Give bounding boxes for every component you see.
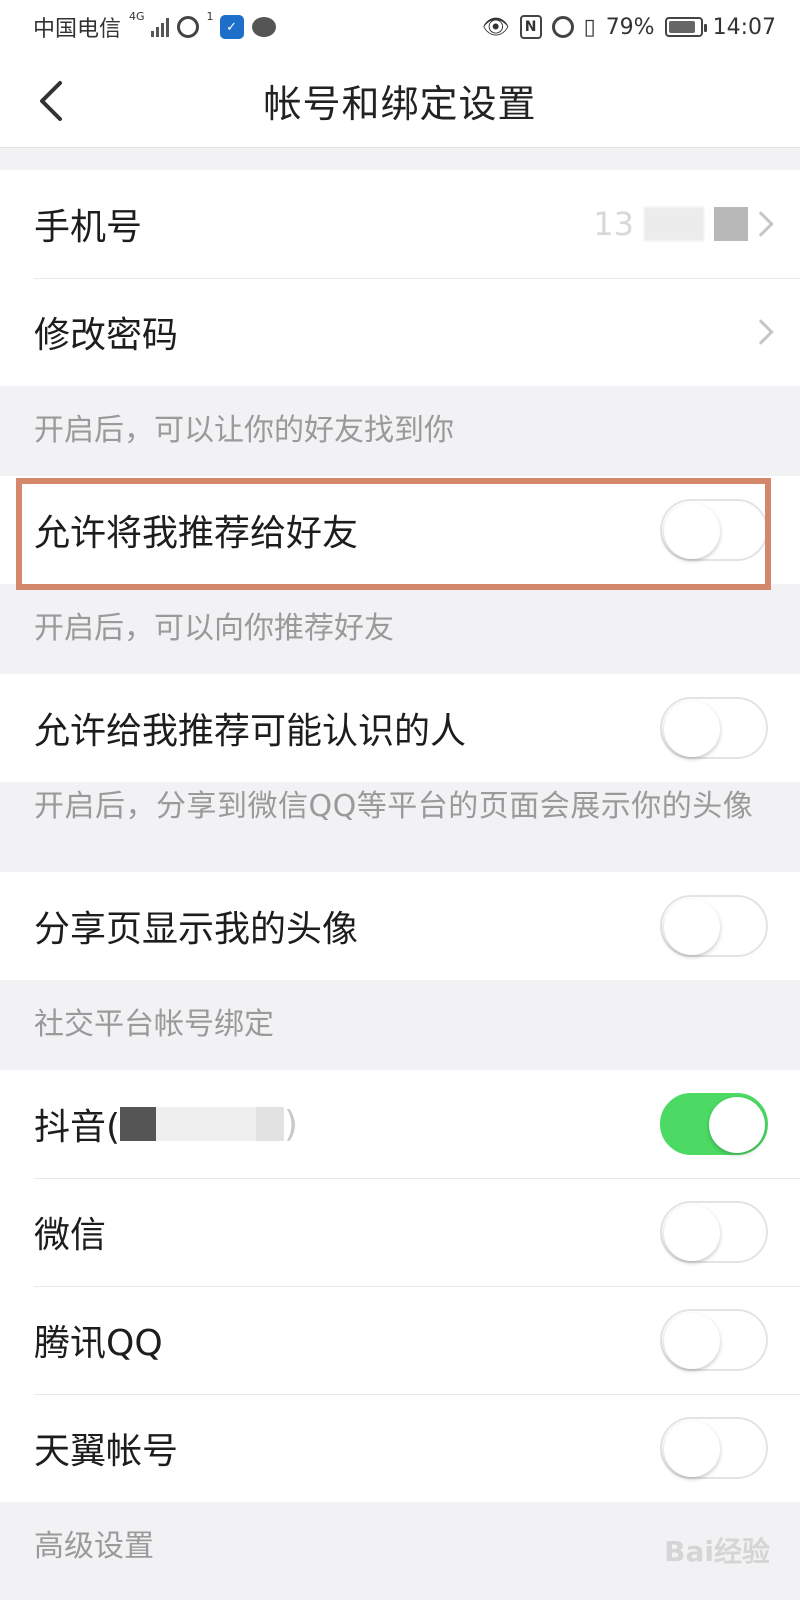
vibrate-icon: ▯: [583, 14, 596, 40]
douyin-masked-dark: [120, 1107, 157, 1141]
shield-icon: ✓: [219, 15, 244, 39]
douyin-label: 抖音( ): [34, 1098, 298, 1150]
phone-masked-dark: [714, 207, 748, 241]
battery-percent: 79%: [605, 14, 655, 40]
toggle-knob: [664, 503, 720, 559]
recommend-people-group: 允许给我推荐可能认识的人: [0, 674, 800, 782]
douyin-masked-end: [256, 1107, 285, 1141]
chevron-left-icon: [40, 81, 62, 121]
nfc-icon: N: [519, 15, 542, 39]
social-row-douyin: 抖音( ): [0, 1070, 800, 1178]
phone-row[interactable]: 手机号 13: [0, 170, 800, 278]
recommend-me-label: 允许将我推荐给好友: [34, 513, 359, 554]
douyin-name: 抖音(: [34, 1107, 121, 1148]
toggle-knob: [664, 899, 720, 955]
phone-value: 13: [593, 205, 748, 243]
share-avatar-label: 分享页显示我的头像: [34, 909, 359, 950]
hotspot-count: 1: [206, 10, 214, 23]
eye-icon: 👁: [481, 14, 510, 40]
alarm-icon: [551, 16, 574, 38]
carrier-name: 中国电信: [33, 17, 122, 42]
recommend-people-toggle[interactable]: [660, 697, 768, 759]
status-bar: 中国电信 4G 1 ✓ 👁 N ▯ 79% 14:07: [0, 0, 800, 54]
network-type: 4G: [129, 10, 145, 23]
toggle-knob: [664, 1205, 720, 1261]
wechat-toggle[interactable]: [660, 1201, 768, 1263]
tianyi-toggle[interactable]: [660, 1417, 768, 1479]
recommend-me-row: 允许将我推荐给好友: [0, 476, 800, 584]
note-recommend-to-me: 开启后，可以向你推荐好友: [34, 611, 394, 646]
page-title: 帐号和绑定设置: [263, 82, 537, 126]
social-group: 抖音( ) 微信 腾讯QQ 天翼帐号: [0, 1070, 800, 1502]
douyin-masked: [156, 1107, 257, 1141]
battery-icon: [664, 17, 707, 37]
change-password-row[interactable]: 修改密码: [0, 278, 800, 386]
toggle-knob: [664, 701, 720, 757]
share-avatar-row: 分享页显示我的头像: [0, 872, 800, 980]
nav-bar: 帐号和绑定设置: [0, 54, 800, 148]
note-share-avatar: 开启后，分享到微信QQ等平台的页面会展示你的头像: [34, 789, 754, 824]
recommend-people-row: 允许给我推荐可能认识的人: [0, 674, 800, 782]
chevron-right-icon: [748, 319, 774, 345]
social-row-tianyi: 天翼帐号: [0, 1394, 800, 1502]
toggle-knob: [664, 1421, 720, 1477]
hotspot-icon: [176, 16, 199, 38]
douyin-suffix: ): [284, 1103, 299, 1145]
clock: 14:07: [712, 14, 776, 40]
recommend-people-label: 允许给我推荐可能认识的人: [34, 711, 467, 752]
phone-label: 手机号: [34, 207, 143, 248]
note-find-me: 开启后，可以让你的好友找到你: [34, 413, 454, 448]
share-avatar-group: 分享页显示我的头像: [0, 872, 800, 980]
back-button[interactable]: [26, 76, 76, 126]
signal-icon: [150, 17, 169, 37]
tianyi-label: 天翼帐号: [34, 1431, 179, 1472]
status-left: 中国电信 4G 1 ✓: [33, 11, 276, 43]
chevron-right-icon: [748, 211, 774, 237]
watermark: Bai经验: [664, 1535, 770, 1568]
qq-label: 腾讯QQ: [34, 1323, 163, 1364]
account-group: 手机号 13 修改密码: [0, 170, 800, 386]
toggle-knob: [709, 1097, 765, 1153]
social-row-wechat: 微信: [0, 1178, 800, 1286]
phone-value-prefix: 13: [593, 205, 634, 243]
settings-content: 手机号 13 修改密码 开启后，可以让你的好友找到你 允许将我推荐给好友 开启后…: [0, 170, 800, 1592]
message-icon: [251, 17, 276, 37]
douyin-toggle[interactable]: [660, 1093, 768, 1155]
share-avatar-toggle[interactable]: [660, 895, 768, 957]
social-row-qq: 腾讯QQ: [0, 1286, 800, 1394]
toggle-knob: [664, 1313, 720, 1369]
recommend-me-group: 允许将我推荐给好友: [0, 476, 800, 584]
recommend-me-toggle[interactable]: [660, 499, 768, 561]
change-password-label: 修改密码: [34, 315, 179, 356]
note-social-binding: 社交平台帐号绑定: [34, 1007, 274, 1042]
qq-toggle[interactable]: [660, 1309, 768, 1371]
status-right: 👁 N ▯ 79% 14:07: [482, 15, 776, 40]
phone-masked: [644, 207, 704, 241]
wechat-label: 微信: [34, 1215, 107, 1256]
